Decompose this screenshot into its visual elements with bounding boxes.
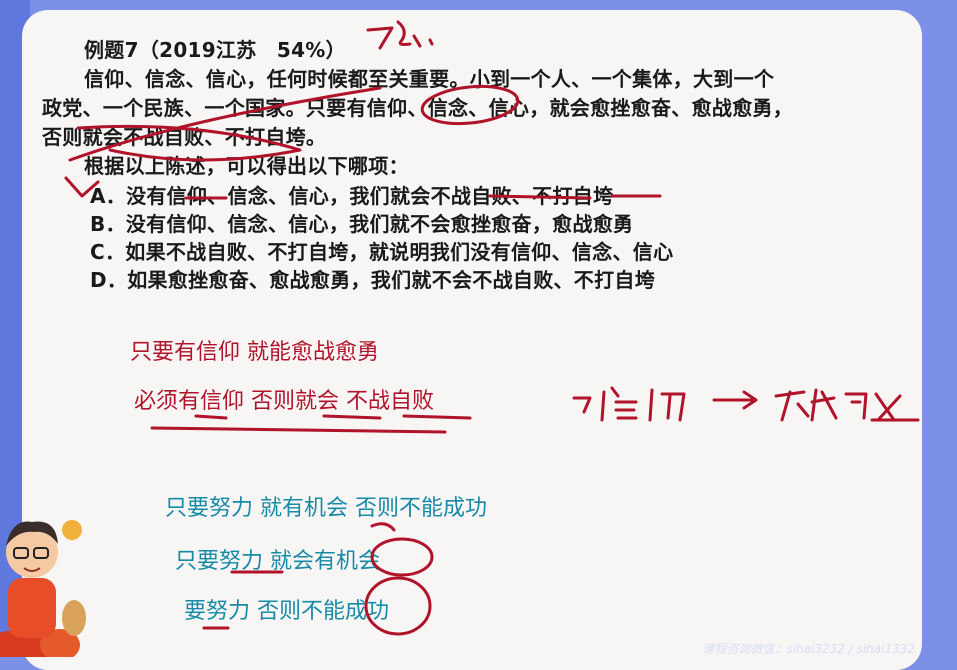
question-stem-line-1: 信仰、信念、信心，任何时候都至关重要。小到一个人、一个集体，大到一个 <box>84 67 775 91</box>
note-teal-line-3: 要努力 否则不能成功 <box>184 599 389 624</box>
option-d: D．如果愈挫愈奋、愈战愈勇，我们就不会不战自败、不打自垮 <box>90 268 656 292</box>
question-header: 例题7（2019江苏 54%） <box>84 38 346 62</box>
question-stem-line-3: 否则就会不战自败、不打自垮。 <box>42 125 327 149</box>
note-red-line-2: 必须有信仰 否则就会 不战自败 <box>134 389 434 414</box>
option-b: B．没有信仰、信念、信心，我们就不会愈挫愈奋，愈战愈勇 <box>90 212 634 236</box>
question-prompt: 根据以上陈述，可以得出以下哪项： <box>84 154 409 178</box>
option-c: C．如果不战自败、不打自垮，就说明我们没有信仰、信念、信心 <box>90 240 674 264</box>
note-teal-line-1: 只要努力 就有机会 否则不能成功 <box>165 496 487 521</box>
note-red-line-1: 只要有信仰 就能愈战愈勇 <box>130 340 379 365</box>
note-teal-line-2: 只要努力 就会有机会 <box>175 549 380 574</box>
footer-contact: 课程咨询微信：sihai3232 / sihai1332 <box>702 642 915 656</box>
option-a: A．没有信仰、信念、信心，我们就会不战自败、不打自垮 <box>90 184 614 208</box>
slide-panel: 例题7（2019江苏 54%） 信仰、信念、信心，任何时候都至关重要。小到一个人… <box>22 10 922 670</box>
question-stem-line-2: 政党、一个民族、一个国家。只要有信仰、信念、信心，就会愈挫愈奋、愈战愈勇， <box>42 96 794 120</box>
teacher-avatar <box>0 520 86 657</box>
